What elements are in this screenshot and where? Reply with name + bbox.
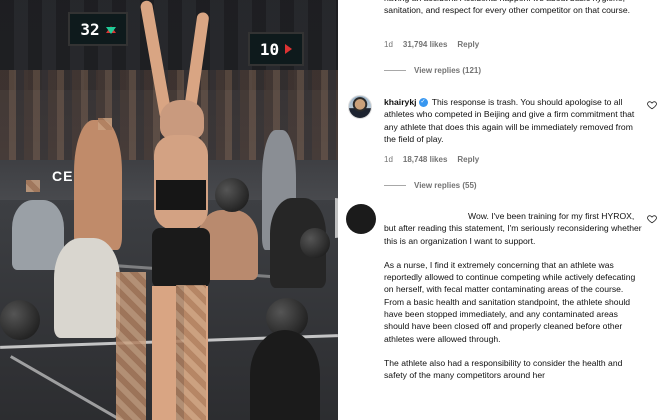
wall-ball	[0, 300, 40, 340]
comment-meta: 1d 18,748 likes Reply	[384, 155, 479, 164]
athlete-shirtless	[74, 120, 122, 250]
banner-text: CE	[52, 168, 74, 184]
comment-time: 1d	[384, 40, 393, 49]
event-photo: 32 10 CE	[0, 0, 338, 420]
censored-face	[26, 180, 40, 192]
comments-panel: having an accident. Accidents happen. It…	[338, 0, 665, 420]
comment-text: having an accident. Accidents happen. It…	[384, 0, 631, 16]
photographer	[54, 238, 120, 338]
avatar[interactable]	[346, 204, 376, 234]
like-count[interactable]: 31,794 likes	[403, 40, 447, 49]
foreground-head	[250, 330, 320, 420]
comment-time: 1d	[384, 155, 393, 164]
username[interactable]: khairykj	[384, 97, 417, 107]
comment-paragraph: The athlete also had a responsibility to…	[384, 357, 623, 381]
verified-badge-icon: ✓	[418, 98, 428, 108]
like-count[interactable]: 18,748 likes	[403, 155, 447, 164]
reply-link[interactable]: Reply	[457, 155, 479, 164]
censored-area	[116, 272, 146, 420]
scoreboard-right: 10	[248, 32, 304, 66]
scoreboard-left: 32	[68, 12, 128, 46]
censored-area	[176, 285, 206, 420]
view-replies-link[interactable]: View replies (55)	[384, 181, 477, 190]
like-heart-icon[interactable]	[647, 214, 657, 224]
avatar[interactable]	[348, 95, 372, 119]
comment-text: Wow. I've been training for my first HYR…	[384, 210, 644, 394]
view-replies-link[interactable]: View replies (121)	[384, 66, 481, 75]
wall-ball	[215, 178, 249, 212]
like-heart-icon[interactable]	[647, 100, 657, 110]
comment-text: khairykj ✓ This response is trash. You sh…	[384, 96, 644, 145]
censored-face	[98, 118, 112, 130]
comment-paragraph: Wow. I've been training for my first HYR…	[384, 211, 642, 246]
reply-link[interactable]: Reply	[457, 40, 479, 49]
comment-meta: 1d 31,794 likes Reply	[384, 40, 479, 49]
wall-ball	[300, 228, 330, 258]
comment-paragraph: As a nurse, I find it extremely concerni…	[384, 259, 636, 344]
